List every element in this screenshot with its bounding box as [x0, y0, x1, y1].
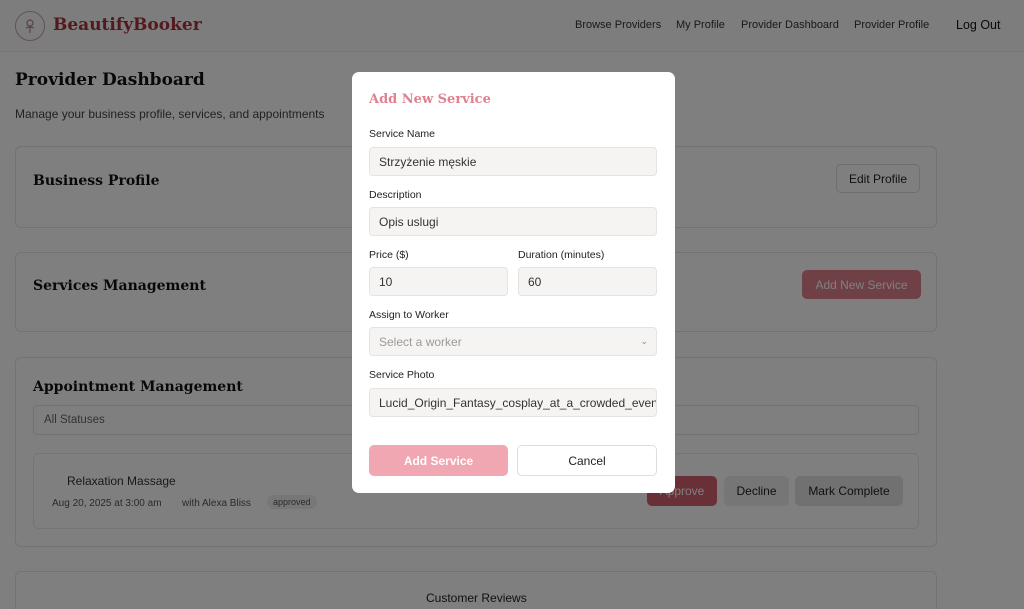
cancel-button[interactable]: Cancel: [517, 445, 657, 476]
service-name-label: Service Name: [369, 128, 435, 140]
worker-select-placeholder: Select a worker: [379, 335, 462, 349]
price-label: Price ($): [369, 249, 409, 261]
add-service-modal: Add New Service Service Name Strzyżenie …: [352, 72, 675, 493]
modal-title: Add New Service: [369, 92, 491, 107]
duration-label: Duration (minutes): [518, 249, 605, 261]
add-service-button[interactable]: Add Service: [369, 445, 508, 476]
worker-select[interactable]: Select a worker ⌄: [369, 327, 657, 356]
description-label: Description: [369, 189, 422, 201]
description-input[interactable]: Opis uslugi: [369, 207, 657, 236]
service-photo-label: Service Photo: [369, 369, 435, 381]
price-input[interactable]: 10: [369, 267, 508, 296]
service-name-input[interactable]: Strzyżenie męskie: [369, 147, 657, 176]
service-photo-input[interactable]: Lucid_Origin_Fantasy_cosplay_at_a_crowde…: [369, 388, 657, 417]
duration-input[interactable]: 60: [518, 267, 657, 296]
assign-worker-label: Assign to Worker: [369, 309, 449, 321]
chevron-down-icon: ⌄: [640, 336, 648, 346]
